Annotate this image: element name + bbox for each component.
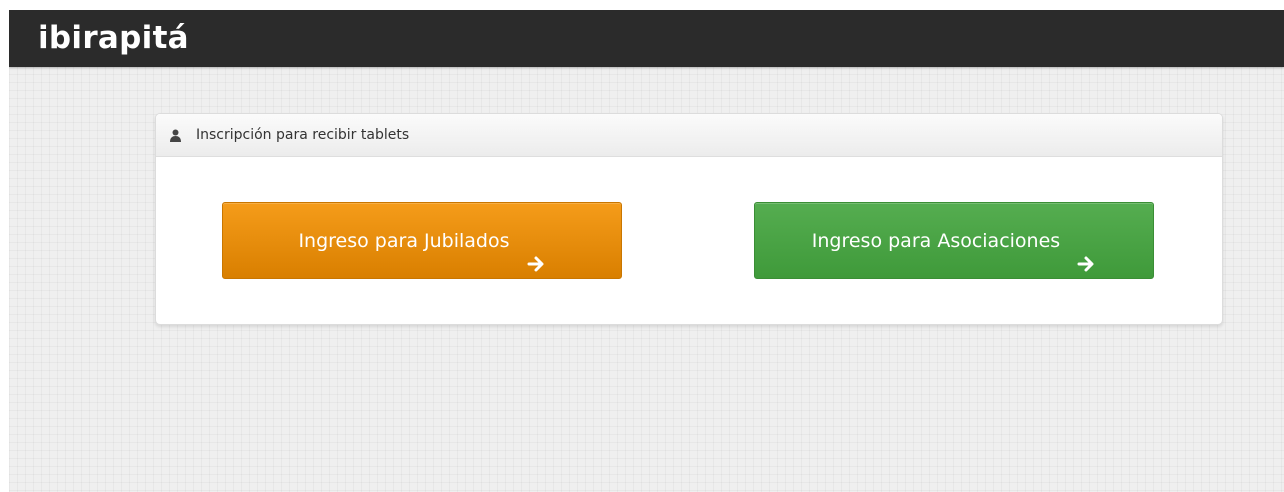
asociaciones-login-button[interactable]: Ingreso para Asociaciones xyxy=(754,202,1154,279)
arrow-right-icon xyxy=(1076,230,1096,271)
jubilados-login-button[interactable]: Ingreso para Jubilados xyxy=(222,202,622,279)
top-navbar: ibirapitá xyxy=(9,10,1284,67)
registration-panel: Inscripción para recibir tablets Ingreso… xyxy=(155,113,1223,325)
brand-logo[interactable]: ibirapitá xyxy=(38,18,189,58)
panel-heading: Inscripción para recibir tablets xyxy=(156,114,1222,157)
panel-title: Inscripción para recibir tablets xyxy=(196,127,410,143)
arrow-right-icon xyxy=(526,230,546,271)
user-icon xyxy=(169,127,182,142)
asociaciones-button-label: Ingreso para Asociaciones xyxy=(811,230,1061,252)
jubilados-button-label: Ingreso para Jubilados xyxy=(298,230,510,252)
page-background: ibirapitá Inscripción para recibir table… xyxy=(9,10,1284,492)
